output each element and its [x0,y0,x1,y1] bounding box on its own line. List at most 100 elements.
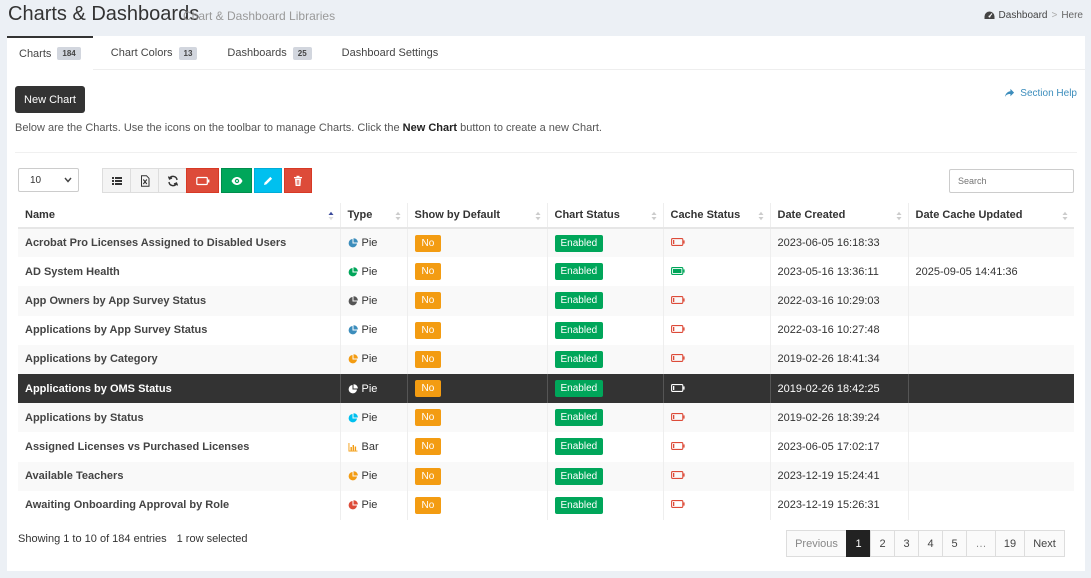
battery-empty-icon [670,500,685,509]
intro-text-bold: New Chart [402,122,458,134]
tab-dashboards[interactable]: Dashboards 25 [215,36,323,70]
view-button[interactable] [221,168,252,193]
chevron-down-icon [64,177,72,183]
cell-chart-status: Enabled [547,344,664,374]
column-header-chart-status[interactable]: Chart Status [547,203,664,229]
show-by-default-badge: No [414,234,442,252]
trash-icon [294,175,302,186]
refresh-icon [167,175,178,186]
battery-empty-icon [670,296,685,304]
pagination-page[interactable]: 5 [942,530,967,557]
pagination-page[interactable]: 2 [870,530,895,557]
battery-empty-icon [195,176,209,185]
column-header-cache-status[interactable]: Cache Status [663,203,771,229]
type-label: Pie [348,237,407,249]
battery-empty-icon [670,441,685,450]
cell-date-created: 2022-03-16 10:27:48 [770,315,909,345]
entries-info: Showing 1 to 10 of 184 entries [18,533,167,545]
table-row[interactable]: Applications by App Survey Status Pie No En… [18,315,1074,345]
charts-table: Name Type Show by Default Chart Status C… [18,203,1074,520]
type-text: Pie [361,265,378,278]
chart-status-badge: Enabled [554,263,604,281]
tab-charts[interactable]: Charts 184 [7,36,93,70]
column-header-type[interactable]: Type [340,203,408,229]
cell-chart-status: Enabled [547,228,664,258]
divider [15,152,1077,153]
clear-cache-button[interactable] [186,168,219,193]
pagination-page[interactable]: 3 [894,530,919,557]
cell-show-by-default: No [407,228,548,258]
battery-empty-icon [670,383,685,392]
share-icon [1005,88,1015,98]
table-row[interactable]: Acrobat Pro Licenses Assigned to Disable… [18,228,1074,258]
main-panel: Charts 184 Chart Colors 13 Dashboards 25… [7,36,1085,571]
table-toolbar [102,168,312,193]
breadcrumb-separator: > [1051,10,1058,21]
cell-chart-status: Enabled [547,257,664,287]
pagination-page[interactable]: 4 [918,530,943,557]
column-header-date-cache-updated[interactable]: Date Cache Updated [908,203,1074,229]
tab-count-badge: 184 [57,47,81,60]
pagination-page[interactable]: 19 [995,530,1025,557]
page-subtitle: Chart & Dashboard Libraries [183,9,336,23]
tab-chart-colors[interactable]: Chart Colors 13 [99,36,210,70]
cell-type: Pie [340,257,408,287]
table-row[interactable]: Available Teachers Pie No Enabled 2023-12-19… [18,461,1074,491]
breadcrumb-dashboard-link[interactable]: Dashboard [999,10,1048,21]
export-excel-button[interactable] [130,168,159,193]
section-help-link[interactable]: Section Help [1004,88,1077,99]
cell-name: AD System Health [18,257,341,287]
cell-date-cache-updated [908,461,1074,491]
cell-date-cache-updated [908,315,1074,345]
pagination-page[interactable]: 1 [846,530,871,557]
list-view-button[interactable] [102,168,131,193]
type-text: Pie [361,294,378,307]
table-row[interactable]: Assigned Licenses vs Purchased Licenses B… [18,432,1074,462]
cell-name: Awaiting Onboarding Approval by Role [18,490,341,520]
sort-icon [651,211,656,221]
pagination-previous[interactable]: Previous [786,530,847,557]
edit-button[interactable] [254,168,282,193]
table-row[interactable]: Applications by OMS Status Pie No Enabled 20… [18,373,1074,404]
cell-show-by-default: No [407,344,548,374]
tab-label: Chart Colors [110,47,173,59]
cell-type: Pie [340,344,408,374]
search-input[interactable] [949,169,1074,193]
cell-cache-status [663,344,771,374]
sort-icon [758,211,763,221]
new-chart-button[interactable]: New Chart [15,86,85,113]
column-header-show-by-default[interactable]: Show by Default [407,203,548,229]
cell-type: Pie [340,403,408,433]
show-by-default-badge: No [414,467,442,485]
cell-date-cache-updated [908,432,1074,462]
page-header: Charts & Dashboards Chart & Dashboard Li… [0,0,1091,36]
cell-show-by-default: No [407,315,548,345]
pie-chart-icon [348,500,358,510]
battery-full-icon [670,266,685,275]
cell-cache-status [663,257,771,287]
excel-file-icon [140,174,149,187]
pagination-next[interactable]: Next [1024,530,1065,557]
show-by-default-badge: No [414,380,442,398]
battery-empty-icon [670,238,685,247]
column-header-date-created[interactable]: Date Created [770,203,909,229]
chart-status-badge: Enabled [554,409,604,427]
battery-empty-icon [670,412,685,421]
table-row[interactable]: AD System Health Pie No Enabled 2023-05-16 1… [18,257,1074,287]
cell-cache-status [663,490,771,520]
delete-button[interactable] [284,168,312,193]
refresh-button[interactable] [158,168,187,193]
pie-chart-icon [348,266,358,277]
table-row[interactable]: App Owners by App Survey Status Pie No Enab… [18,286,1074,316]
sort-icon [535,211,540,221]
table-row[interactable]: Applications by Category Pie No Enabled 2019… [18,344,1074,374]
column-header-name[interactable]: Name [18,203,341,229]
table-info: Showing 1 to 10 of 184 entries 1 row sele… [18,533,248,545]
table-row[interactable]: Awaiting Onboarding Approval by Role Pie N… [18,490,1074,520]
intro-text: Below are the Charts. Use the icons on t… [15,122,602,134]
table-row[interactable]: Applications by Status Pie No Enabled 2019-0… [18,403,1074,433]
cell-date-created: 2023-12-19 15:24:41 [770,461,909,491]
tab-dashboard-settings[interactable]: Dashboard Settings [330,36,451,70]
page-size-select[interactable]: 10 [18,168,79,192]
cell-show-by-default: No [407,490,548,520]
